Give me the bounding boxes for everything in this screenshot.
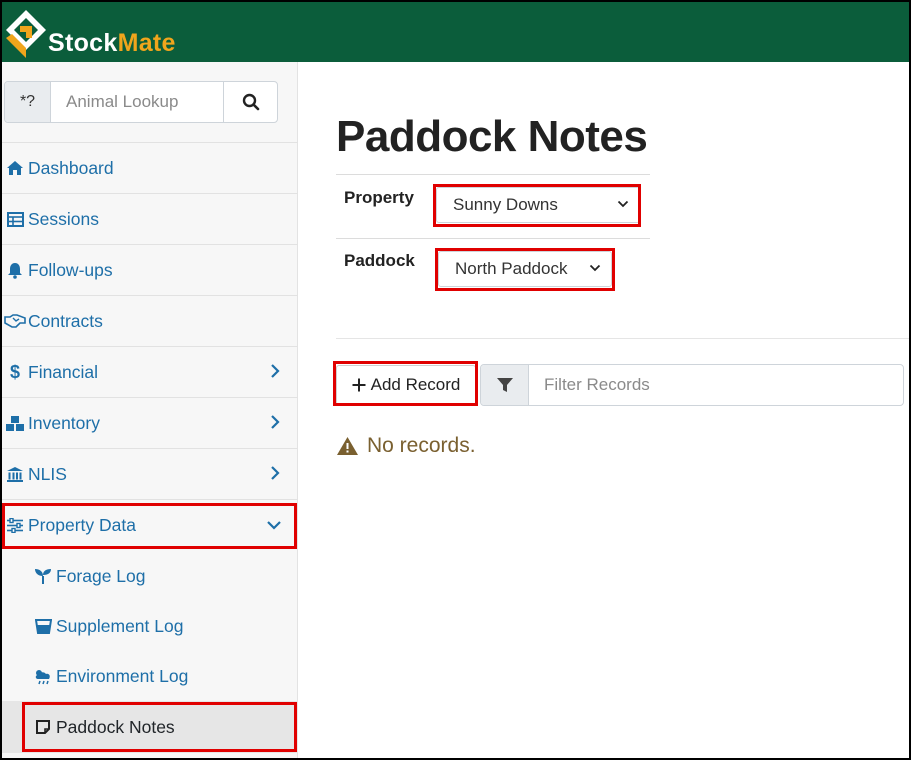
nav-property-data[interactable]: Property Data <box>2 499 298 550</box>
paddock-select[interactable]: North Paddock <box>438 251 612 287</box>
nav-label: Follow-ups <box>28 259 113 280</box>
home-icon <box>2 160 28 176</box>
nav-financial[interactable]: $ Financial <box>2 346 298 397</box>
add-record-label: Add Record <box>370 375 461 394</box>
property-select[interactable]: Sunny Downs <box>436 187 640 223</box>
chevron-right-icon <box>271 364 280 378</box>
subnav-environment-log[interactable]: Environment Log <box>2 651 298 701</box>
nav-nlis[interactable]: NLIS <box>2 448 298 499</box>
nav-label: Property Data <box>28 514 136 535</box>
subnav-forage-log[interactable]: Forage Log <box>2 551 298 601</box>
property-label: Property <box>344 188 414 207</box>
app-logo[interactable]: StockMate <box>4 2 176 60</box>
nav-follow-ups[interactable]: Follow-ups <box>2 244 298 295</box>
nav-label: Dashboard <box>28 157 114 178</box>
paddock-row: Paddock North Paddock <box>336 238 650 302</box>
chevron-down-icon <box>589 264 601 272</box>
sliders-icon <box>2 517 28 533</box>
handshake-icon <box>2 314 28 328</box>
subnav-supplement-log[interactable]: Supplement Log <box>2 601 298 651</box>
sidebar: *? Animal Lookup Dashboard Sessions Foll… <box>2 62 298 758</box>
subnav-paddock-notes[interactable]: Paddock Notes <box>2 701 298 753</box>
chevron-right-icon <box>271 466 280 480</box>
warning-icon <box>336 436 359 456</box>
chevron-down-icon <box>617 200 629 208</box>
plus-icon <box>352 378 366 392</box>
subnav-label: Paddock Notes <box>56 716 175 737</box>
wildcard-prefix: *? <box>5 82 51 122</box>
add-record-button[interactable]: Add Record <box>336 365 476 405</box>
nav-sessions[interactable]: Sessions <box>2 193 298 244</box>
property-row: Property Sunny Downs <box>336 174 650 238</box>
search-icon <box>242 93 259 111</box>
app-header: StockMate <box>0 0 911 62</box>
chevron-right-icon <box>271 415 280 429</box>
logo-mark-icon <box>6 10 46 58</box>
filter-records-input[interactable]: Filter Records <box>529 365 903 405</box>
chevron-down-icon <box>267 521 281 530</box>
paddock-label: Paddock <box>344 251 415 270</box>
nav-label: Sessions <box>28 208 100 229</box>
bell-icon <box>2 262 28 279</box>
property-selected-value: Sunny Downs <box>453 195 558 214</box>
nav-label: Contracts <box>28 310 103 331</box>
section-divider <box>336 338 909 339</box>
note-icon <box>30 719 56 735</box>
bank-icon <box>2 466 28 483</box>
seedling-icon <box>30 568 56 584</box>
nav-label: Financial <box>28 361 99 382</box>
subnav-label: Environment Log <box>56 665 189 686</box>
nav-inventory[interactable]: Inventory <box>2 397 298 448</box>
animal-lookup-input[interactable]: Animal Lookup <box>51 82 223 122</box>
filter-form: Property Sunny Downs Paddock North Paddo… <box>336 174 650 302</box>
page-title: Paddock Notes <box>336 112 648 161</box>
brand-name: StockMate <box>48 29 176 57</box>
main-content: Paddock Notes Property Sunny Downs Paddo… <box>298 62 909 758</box>
nav-contracts[interactable]: Contracts <box>2 295 298 346</box>
filter-records: Filter Records <box>480 364 904 406</box>
bucket-icon <box>30 618 56 634</box>
subnav-label: Forage Log <box>56 565 146 586</box>
nav-label: Inventory <box>28 412 100 433</box>
dollar-icon: $ <box>9 361 20 382</box>
empty-state: No records. <box>336 434 476 458</box>
subnav-label: Supplement Log <box>56 615 184 636</box>
filter-icon <box>481 365 529 405</box>
nav-label: NLIS <box>28 463 67 484</box>
cloud-rain-icon <box>30 668 56 685</box>
table-icon <box>2 211 28 227</box>
boxes-icon <box>2 415 28 432</box>
paddock-selected-value: North Paddock <box>455 259 568 278</box>
search-button[interactable] <box>223 82 277 122</box>
animal-lookup: *? Animal Lookup <box>4 81 278 123</box>
empty-state-text: No records. <box>367 434 476 457</box>
nav-dashboard[interactable]: Dashboard <box>2 142 298 193</box>
